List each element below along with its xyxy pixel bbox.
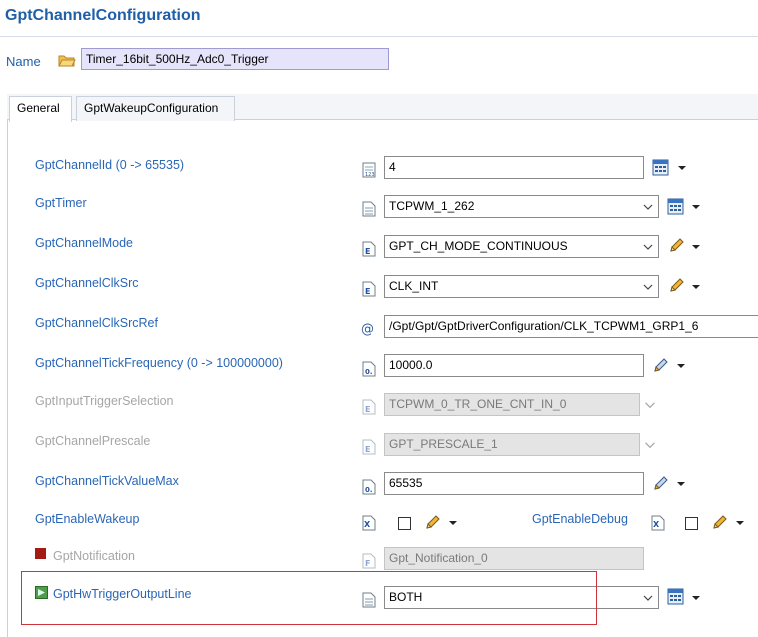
pencil-icon[interactable]: [424, 514, 442, 532]
calculator-icon[interactable]: [652, 159, 670, 177]
svg-text:0.: 0.: [365, 368, 373, 376]
name-label: Name: [6, 54, 41, 69]
notification-label: GptNotification: [53, 549, 135, 563]
chevron-down-icon: [645, 402, 655, 409]
chevron-down-icon[interactable]: [678, 166, 686, 170]
channel-id-input[interactable]: 4: [384, 156, 644, 179]
enum-type-icon: E: [362, 281, 376, 297]
input-trigger-label: GptInputTriggerSelection: [35, 394, 174, 408]
boolean-type-icon: X: [651, 515, 665, 531]
chevron-down-icon[interactable]: [641, 589, 655, 606]
boolean-type-icon: X: [362, 515, 376, 531]
clk-src-select[interactable]: CLK_INT: [384, 275, 659, 298]
svg-text:F: F: [365, 559, 370, 568]
page-title: GptChannelConfiguration: [5, 7, 201, 24]
pencil-ruler-icon[interactable]: [652, 475, 670, 493]
pencil-ruler-icon[interactable]: [652, 357, 670, 375]
clk-src-ref-label: GptChannelClkSrcRef: [35, 316, 158, 330]
numeric-type-icon: 123: [362, 162, 376, 178]
timer-value: TCPWM_1_262: [389, 199, 475, 213]
svg-text:X: X: [653, 520, 660, 529]
mode-label: GptChannelMode: [35, 236, 133, 250]
tick-value-max-input[interactable]: 65535: [384, 472, 644, 495]
chevron-down-icon[interactable]: [692, 596, 700, 600]
chevron-down-icon[interactable]: [449, 521, 457, 525]
clk-src-value: CLK_INT: [389, 279, 439, 293]
chevron-down-icon[interactable]: [641, 238, 655, 255]
tick-frequency-input[interactable]: 10000.0: [384, 354, 644, 377]
input-trigger-value: TCPWM_0_TR_ONE_CNT_IN_0: [389, 397, 567, 411]
chevron-down-icon[interactable]: [677, 482, 685, 486]
enum-type-icon: E: [362, 241, 376, 257]
enum-type-icon: E: [362, 439, 376, 455]
chevron-down-icon[interactable]: [692, 245, 700, 249]
pencil-icon[interactable]: [668, 277, 686, 295]
name-field[interactable]: Timer_16bit_500Hz_Adc0_Trigger: [81, 48, 389, 70]
float-type-icon: 0.: [362, 361, 376, 377]
tick-frequency-label: GptChannelTickFrequency (0 -> 100000000): [35, 356, 283, 370]
svg-text:E: E: [365, 287, 370, 296]
input-trigger-select: TCPWM_0_TR_ONE_CNT_IN_0: [384, 393, 640, 416]
pencil-icon[interactable]: [668, 237, 686, 255]
chevron-down-icon[interactable]: [641, 278, 655, 295]
enable-wakeup-checkbox[interactable]: [398, 517, 411, 530]
mode-select[interactable]: GPT_CH_MODE_CONTINUOUS: [384, 235, 659, 258]
chevron-down-icon[interactable]: [692, 285, 700, 289]
float-type-icon: 0.: [362, 479, 376, 495]
function-type-icon: F: [362, 553, 376, 569]
chevron-down-icon: [645, 442, 655, 449]
channel-id-label: GptChannelId (0 -> 65535): [35, 158, 185, 172]
chevron-down-icon[interactable]: [736, 521, 744, 525]
clk-src-ref-field[interactable]: /Gpt/Gpt/GptDriverConfiguration/CLK_TCPW…: [384, 315, 758, 338]
prescale-label: GptChannelPrescale: [35, 434, 151, 448]
highlight-box: [21, 571, 597, 625]
calculator-icon[interactable]: [667, 198, 685, 216]
prescale-value: GPT_PRESCALE_1: [389, 437, 498, 451]
chevron-down-icon[interactable]: [641, 198, 655, 215]
timer-select[interactable]: TCPWM_1_262: [384, 195, 659, 218]
svg-text:123: 123: [365, 172, 375, 178]
mode-value: GPT_CH_MODE_CONTINUOUS: [389, 239, 568, 253]
tab-general[interactable]: General: [9, 96, 72, 122]
calculator-icon[interactable]: [667, 588, 685, 606]
tick-value-max-label: GptChannelTickValueMax: [35, 474, 179, 488]
clk-src-label: GptChannelClkSrc: [35, 276, 139, 290]
at-icon: @: [361, 320, 375, 336]
svg-text:0.: 0.: [365, 486, 373, 494]
svg-text:E: E: [365, 445, 370, 454]
prescale-select: GPT_PRESCALE_1: [384, 433, 640, 456]
title-divider: [0, 36, 758, 37]
chevron-down-icon[interactable]: [677, 364, 685, 368]
notification-field: Gpt_Notification_0: [384, 547, 644, 570]
chevron-down-icon[interactable]: [692, 205, 700, 209]
folder-icon[interactable]: [58, 52, 76, 68]
svg-text:E: E: [365, 247, 370, 256]
svg-text:X: X: [364, 520, 371, 529]
svg-text:@: @: [361, 322, 374, 336]
enum-type-icon: E: [362, 399, 376, 415]
document-icon: [362, 201, 376, 217]
enable-debug-checkbox[interactable]: [685, 517, 698, 530]
enable-wakeup-label: GptEnableWakeup: [35, 512, 140, 526]
error-marker-icon: [35, 548, 46, 559]
tab-gpt-wakeup-configuration[interactable]: GptWakeupConfiguration: [76, 96, 235, 121]
pencil-icon[interactable]: [711, 514, 729, 532]
timer-label: GptTimer: [35, 196, 87, 210]
svg-text:E: E: [365, 405, 370, 414]
enable-debug-label: GptEnableDebug: [532, 512, 628, 526]
